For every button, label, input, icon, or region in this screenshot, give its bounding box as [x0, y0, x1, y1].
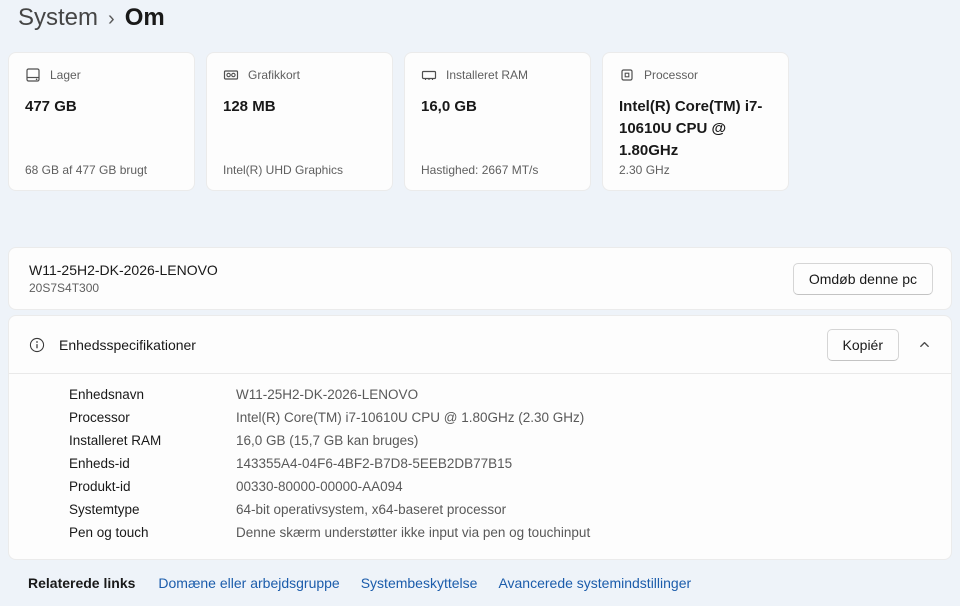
- card-label: Lager: [50, 68, 81, 82]
- breadcrumb-separator-icon: ›: [108, 1, 115, 35]
- spec-label: Produkt-id: [69, 479, 236, 494]
- card-caption: Hastighed: 2667 MT/s: [421, 163, 578, 177]
- spec-row-ram: Installeret RAM 16,0 GB (15,7 GB kan bru…: [69, 429, 931, 452]
- card-value: 477 GB: [25, 96, 178, 118]
- device-specifications-body: Enhedsnavn W11-25H2-DK-2026-LENOVO Proce…: [9, 374, 951, 559]
- link-domain-workgroup[interactable]: Domæne eller arbejdsgruppe: [158, 575, 339, 591]
- spec-label: Pen og touch: [69, 525, 236, 540]
- card-label: Grafikkort: [248, 68, 300, 82]
- storage-icon: [25, 67, 41, 83]
- spec-label: Enhedsnavn: [69, 387, 236, 402]
- breadcrumb-system[interactable]: System: [18, 2, 98, 34]
- spec-row-product-id: Produkt-id 00330-80000-00000-AA094: [69, 475, 931, 498]
- card-caption: 2.30 GHz: [619, 163, 776, 177]
- card-value: Intel(R) Core(TM) i7-10610U CPU @ 1.80GH…: [619, 96, 772, 161]
- spec-row-system-type: Systemtype 64-bit operativsystem, x64-ba…: [69, 498, 931, 521]
- spec-label: Systemtype: [69, 502, 236, 517]
- page-title: Om: [125, 2, 165, 34]
- chevron-up-icon[interactable]: [918, 338, 931, 351]
- spec-label: Enheds-id: [69, 456, 236, 471]
- spec-value: Intel(R) Core(TM) i7-10610U CPU @ 1.80GH…: [236, 410, 584, 425]
- spec-value: Denne skærm understøtter ikke input via …: [236, 525, 590, 540]
- card-ram: Installeret RAM 16,0 GB Hastighed: 2667 …: [404, 52, 591, 191]
- ram-icon: [421, 67, 437, 83]
- card-processor: Processor Intel(R) Core(TM) i7-10610U CP…: [602, 52, 789, 191]
- cpu-icon: [619, 67, 635, 83]
- card-label: Installeret RAM: [446, 68, 528, 82]
- link-advanced-system-settings[interactable]: Avancerede systemindstillinger: [498, 575, 691, 591]
- spec-row-pen-touch: Pen og touch Denne skærm understøtter ik…: [69, 521, 931, 544]
- gpu-icon: [223, 67, 239, 83]
- card-caption: Intel(R) UHD Graphics: [223, 163, 380, 177]
- device-name-card: W11-25H2-DK-2026-LENOVO 20S7S4T300 Omdøb…: [8, 247, 952, 310]
- link-system-protection[interactable]: Systembeskyttelse: [361, 575, 478, 591]
- device-specifications-card: Enhedsspecifikationer Kopiér Enhedsnavn …: [8, 315, 952, 560]
- spec-row-device-name: Enhedsnavn W11-25H2-DK-2026-LENOVO: [69, 383, 931, 406]
- copy-button[interactable]: Kopiér: [827, 329, 899, 361]
- stat-cards: Lager 477 GB 68 GB af 477 GB brugt Grafi…: [8, 52, 789, 191]
- card-caption: 68 GB af 477 GB brugt: [25, 163, 182, 177]
- spec-value: 16,0 GB (15,7 GB kan bruges): [236, 433, 418, 448]
- spec-row-processor: Processor Intel(R) Core(TM) i7-10610U CP…: [69, 406, 931, 429]
- card-storage: Lager 477 GB 68 GB af 477 GB brugt: [8, 52, 195, 191]
- breadcrumb: System › Om: [18, 1, 165, 35]
- device-name: W11-25H2-DK-2026-LENOVO: [29, 262, 793, 278]
- device-model: 20S7S4T300: [29, 281, 793, 295]
- spec-value: 143355A4-04F6-4BF2-B7D8-5EEB2DB77B15: [236, 456, 512, 471]
- spec-value: 00330-80000-00000-AA094: [236, 479, 403, 494]
- card-label: Processor: [644, 68, 698, 82]
- related-links-title: Relaterede links: [28, 575, 135, 591]
- card-gpu: Grafikkort 128 MB Intel(R) UHD Graphics: [206, 52, 393, 191]
- spec-value: W11-25H2-DK-2026-LENOVO: [236, 387, 418, 402]
- card-value: 128 MB: [223, 96, 376, 118]
- device-specifications-title: Enhedsspecifikationer: [59, 337, 827, 353]
- rename-pc-button[interactable]: Omdøb denne pc: [793, 263, 933, 295]
- spec-value: 64-bit operativsystem, x64-baseret proce…: [236, 502, 506, 517]
- card-value: 16,0 GB: [421, 96, 574, 118]
- device-specifications-header[interactable]: Enhedsspecifikationer Kopiér: [9, 316, 951, 373]
- related-links: Relaterede links Domæne eller arbejdsgru…: [28, 575, 712, 591]
- spec-row-device-id: Enheds-id 143355A4-04F6-4BF2-B7D8-5EEB2D…: [69, 452, 931, 475]
- spec-label: Processor: [69, 410, 236, 425]
- info-icon: [29, 336, 45, 354]
- spec-label: Installeret RAM: [69, 433, 236, 448]
